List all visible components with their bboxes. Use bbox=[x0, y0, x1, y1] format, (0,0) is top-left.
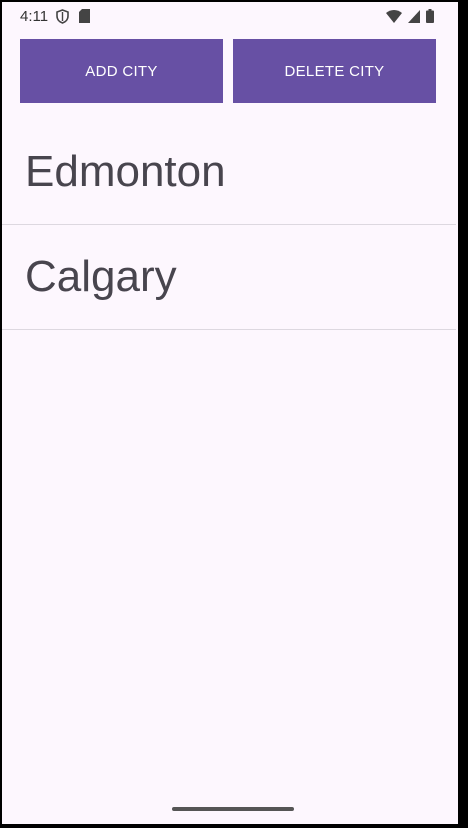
delete-city-button[interactable]: DELETE CITY bbox=[233, 39, 436, 103]
shield-icon bbox=[56, 9, 69, 29]
signal-icon bbox=[408, 9, 420, 28]
action-button-row: ADD CITY DELETE CITY bbox=[20, 39, 436, 103]
sd-card-icon bbox=[79, 9, 90, 29]
city-name: Edmonton bbox=[25, 147, 226, 196]
battery-icon bbox=[426, 9, 434, 28]
home-indicator[interactable] bbox=[172, 807, 294, 811]
city-name: Calgary bbox=[25, 252, 177, 301]
status-right-icons bbox=[386, 9, 434, 28]
app-screen: 4:11 ADD CITY DELETE CITY Edmonton Calga… bbox=[2, 2, 458, 824]
list-item[interactable]: Calgary bbox=[2, 225, 456, 330]
city-list: Edmonton Calgary bbox=[2, 120, 456, 330]
list-item[interactable]: Edmonton bbox=[2, 120, 456, 225]
wifi-icon bbox=[386, 9, 402, 28]
add-city-button[interactable]: ADD CITY bbox=[20, 39, 223, 103]
status-left-icons bbox=[56, 9, 90, 29]
status-time: 4:11 bbox=[20, 8, 49, 25]
status-bar: 4:11 bbox=[2, 2, 458, 32]
